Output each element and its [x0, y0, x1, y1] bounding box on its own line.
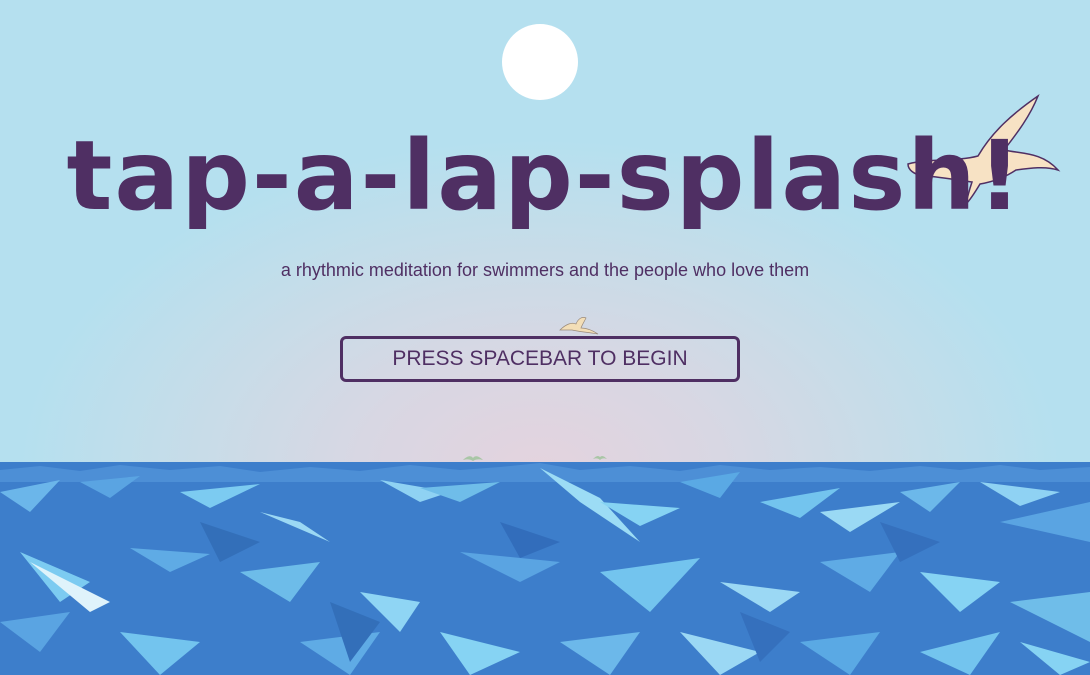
seagull-icon — [593, 455, 607, 460]
sun — [502, 24, 578, 100]
seagull-icon — [559, 317, 599, 335]
game-title: tap-a-lap-splash! — [66, 120, 1024, 232]
ocean — [0, 462, 1090, 675]
game-subtitle: a rhythmic meditation for swimmers and t… — [280, 260, 810, 280]
start-button[interactable]: PRESS SPACEBAR TO BEGIN — [340, 336, 740, 382]
game-scene: tap-a-lap-splash! a rhythmic meditation … — [0, 0, 1090, 675]
